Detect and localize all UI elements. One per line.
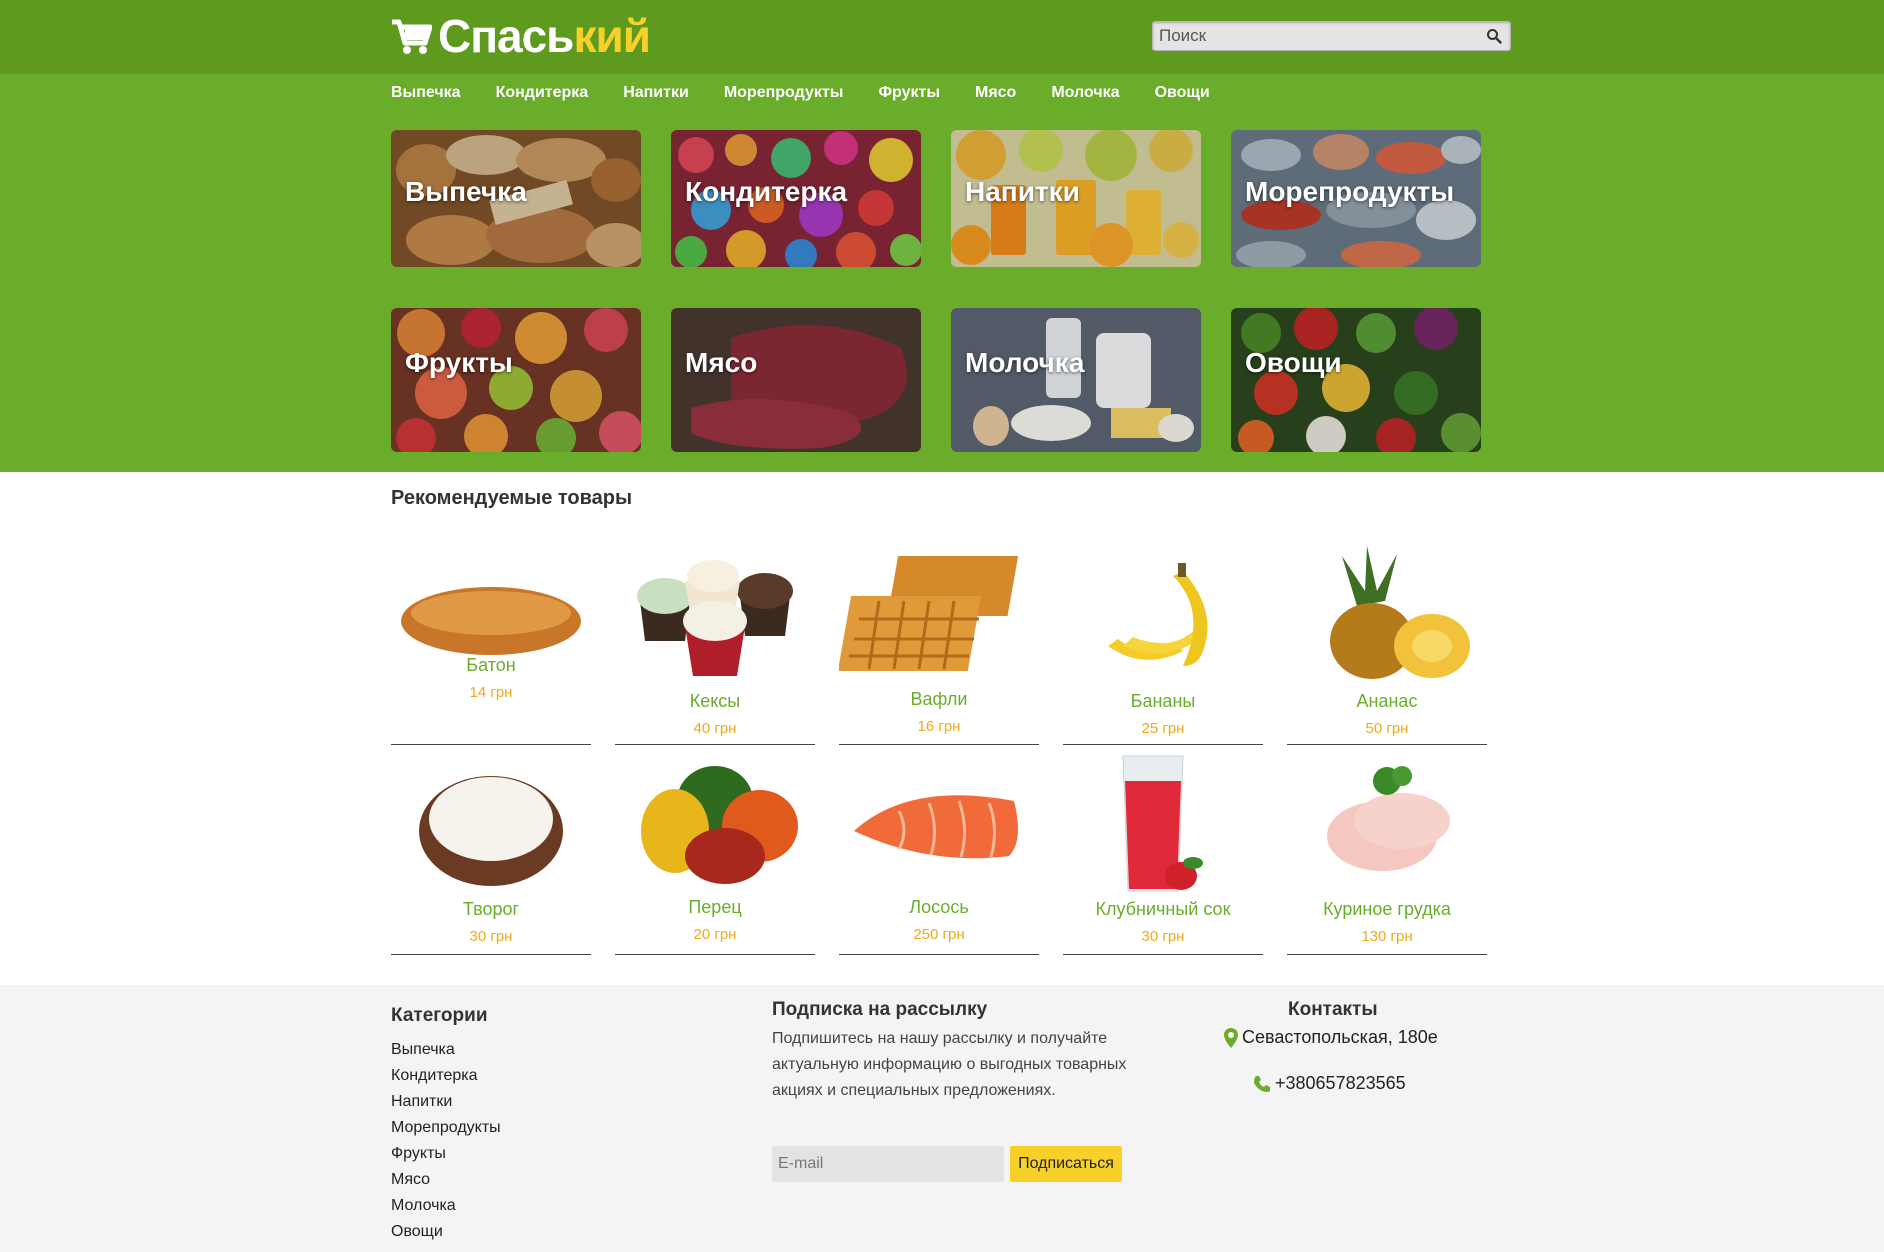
fruits-photo: [391, 308, 641, 452]
category-tile-label: Овощи: [1245, 347, 1342, 378]
waffles-image: [839, 556, 1019, 671]
dairy-photo: [951, 308, 1201, 452]
main-nav: Выпечка Кондитерка Напитки Морепродукты …: [391, 84, 1245, 104]
footer-categories-title: Категории: [391, 1005, 488, 1026]
nav-item-drinks[interactable]: Напитки: [623, 84, 689, 104]
address-text: Севастопольская, 180е: [1242, 1027, 1438, 1047]
footer-link-confectionery[interactable]: Кондитерка: [391, 1066, 501, 1092]
phone-text[interactable]: +380657823565: [1275, 1073, 1406, 1094]
cupcakes-image: [637, 560, 793, 676]
product-price: 130 грн: [1361, 928, 1413, 945]
category-tile-label: Кондитерка: [685, 176, 848, 207]
salmon-image: [854, 795, 1018, 859]
product-name[interactable]: Бананы: [1063, 691, 1263, 712]
product-name[interactable]: Творог: [391, 899, 591, 920]
product-card-salmon[interactable]: Лосось 250 грн: [839, 741, 1039, 955]
peppers-image: [641, 766, 798, 884]
map-marker-icon: [1224, 1027, 1238, 1048]
category-tile-confectionery[interactable]: Кондитерка: [671, 130, 921, 267]
product-price: 20 грн: [693, 926, 737, 943]
nav-item-dairy[interactable]: Молочка: [1051, 84, 1119, 104]
product-price: 250 грн: [913, 926, 965, 943]
newsletter-title: Подписка на рассылку: [772, 999, 988, 1020]
nav-item-fruits[interactable]: Фрукты: [878, 84, 940, 104]
product-card-pineapple[interactable]: Ананас 50 грн: [1287, 531, 1487, 745]
footer-link-seafood[interactable]: Морепродукты: [391, 1118, 501, 1144]
category-tile-dairy[interactable]: Молочка: [951, 308, 1201, 452]
product-name[interactable]: Клубничный сок: [1063, 899, 1263, 920]
nav-item-bakery[interactable]: Выпечка: [391, 84, 461, 104]
category-tile-fruits[interactable]: Фрукты: [391, 308, 641, 452]
site-header: Спась кий: [0, 0, 1884, 74]
footer-link-dairy[interactable]: Молочка: [391, 1196, 501, 1222]
search-input[interactable]: [1153, 22, 1473, 50]
newsletter-description: Подпишитесь на нашу рассылку и получайте…: [772, 1030, 1127, 1099]
contacts-title: Контакты: [1288, 999, 1378, 1020]
product-card-cupcakes[interactable]: Кексы 40 грн: [615, 531, 815, 745]
logo-text-white: Спась: [438, 10, 574, 62]
product-name[interactable]: Лосось: [839, 897, 1039, 918]
product-price: 25 грн: [1141, 720, 1185, 737]
chicken-breast-image: [1327, 766, 1450, 871]
product-card-bananas[interactable]: Бананы 25 грн: [1063, 531, 1263, 745]
product-card-cottage-cheese[interactable]: Творог 30 грн: [391, 741, 591, 955]
product-price: 50 грн: [1365, 720, 1409, 737]
category-tile-label: Фрукты: [405, 347, 513, 378]
vegetables-photo: [1231, 308, 1481, 452]
bananas-image: [1108, 563, 1208, 666]
product-name[interactable]: Перец: [615, 897, 815, 918]
category-tile-seafood[interactable]: Морепродукты: [1231, 130, 1481, 267]
footer-link-meat[interactable]: Мясо: [391, 1170, 501, 1196]
nav-item-vegetables[interactable]: Овощи: [1155, 84, 1210, 104]
category-tile-meat[interactable]: Мясо: [671, 308, 921, 452]
product-card-strawberry-juice[interactable]: Клубничный сок 30 грн: [1063, 741, 1263, 955]
nav-item-confectionery[interactable]: Кондитерка: [496, 84, 589, 104]
category-tile-label: Выпечка: [405, 176, 527, 207]
strawberry-juice-image: [1122, 755, 1203, 892]
product-price: 30 грн: [469, 928, 513, 945]
email-field[interactable]: [772, 1146, 1004, 1182]
category-tile-drinks[interactable]: Напитки: [951, 130, 1201, 267]
product-card-bread[interactable]: Батон 14 грн: [391, 531, 591, 745]
category-tile-label: Мясо: [685, 347, 758, 378]
footer-category-list: Выпечка Кондитерка Напитки Морепродукты …: [391, 1040, 501, 1248]
footer-link-fruits[interactable]: Фрукты: [391, 1144, 501, 1170]
footer-link-drinks[interactable]: Напитки: [391, 1092, 501, 1118]
product-name[interactable]: Куриное грудка: [1287, 899, 1487, 920]
nav-item-meat[interactable]: Мясо: [975, 84, 1016, 104]
product-price: 30 грн: [1141, 928, 1185, 945]
meat-photo: [671, 308, 921, 452]
contact-address: Севастопольская, 180е: [1224, 1027, 1438, 1048]
featured-section-title: Рекомендуемые товары: [391, 487, 633, 509]
product-price: 16 грн: [917, 718, 961, 735]
product-name[interactable]: Ананас: [1287, 691, 1487, 712]
cottage-cheese-image: [419, 776, 563, 886]
product-name[interactable]: Вафли: [839, 689, 1039, 710]
product-card-waffles[interactable]: Вафли 16 грн: [839, 531, 1039, 745]
product-price: 40 грн: [693, 720, 737, 737]
nav-item-seafood[interactable]: Морепродукты: [724, 84, 844, 104]
site-logo[interactable]: Спась кий: [390, 10, 651, 62]
contact-phone: +380657823565: [1253, 1073, 1406, 1094]
cart-icon: [392, 19, 432, 54]
logo-text-yellow: кий: [573, 10, 651, 62]
subscribe-button[interactable]: Подписаться: [1010, 1146, 1122, 1182]
category-tile-label: Молочка: [965, 347, 1085, 378]
magnifier-icon[interactable]: [1486, 28, 1502, 44]
product-price: 14 грн: [469, 684, 513, 701]
category-tile-vegetables[interactable]: Овощи: [1231, 308, 1481, 452]
product-name[interactable]: Батон: [391, 655, 591, 676]
category-hero: Выпечка Кондитерка Напитки Морепродукты …: [0, 74, 1884, 472]
phone-icon: [1254, 1075, 1270, 1092]
product-card-chicken-breast[interactable]: Куриное грудка 130 грн: [1287, 741, 1487, 955]
pineapple-image: [1330, 546, 1470, 679]
footer-link-bakery[interactable]: Выпечка: [391, 1040, 501, 1066]
product-card-peppers[interactable]: Перец 20 грн: [615, 741, 815, 955]
search-box: [1152, 21, 1511, 51]
category-tile-bakery[interactable]: Выпечка: [391, 130, 641, 267]
category-tile-label: Морепродукты: [1245, 176, 1455, 207]
footer-link-vegetables[interactable]: Овощи: [391, 1222, 501, 1248]
category-tile-label: Напитки: [965, 176, 1080, 207]
product-name[interactable]: Кексы: [615, 691, 815, 712]
